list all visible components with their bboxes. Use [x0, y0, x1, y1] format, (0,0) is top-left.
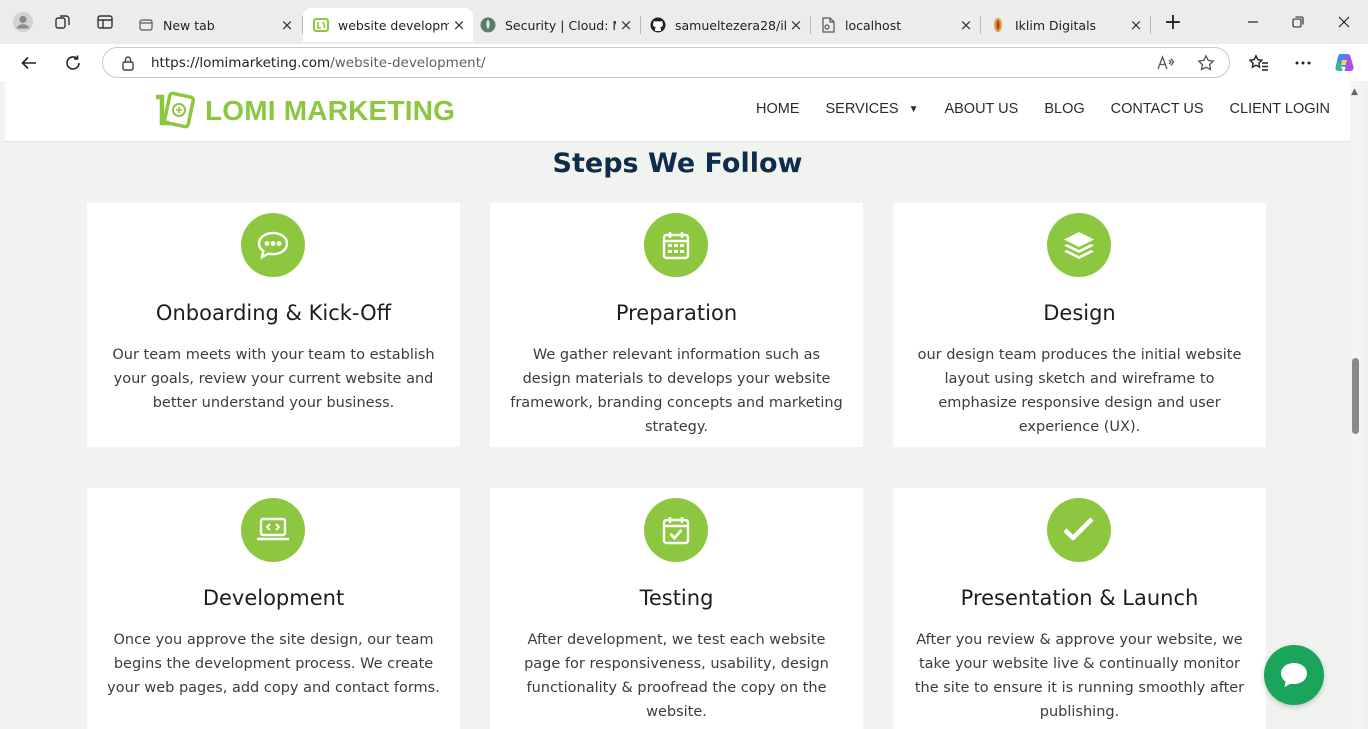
step-description: We gather relevant information such as d… [510, 347, 843, 435]
web-page: LOMI MARKETING HOME SERVICES ▼ ABOUT US B… [5, 81, 1350, 729]
close-tab-icon[interactable]: × [786, 15, 806, 35]
nav-services-label: SERVICES [825, 101, 899, 117]
refresh-button[interactable] [60, 50, 86, 76]
layers-icon [1047, 213, 1111, 277]
address-bar[interactable]: https://lomimarketing.com/website-develo… [102, 47, 1230, 78]
step-description: After you review & approve your website,… [914, 632, 1245, 720]
restore-button[interactable] [1288, 12, 1308, 32]
newtab-icon [138, 17, 154, 33]
nav-home[interactable]: HOME [756, 101, 800, 117]
favorites-icon[interactable] [1246, 50, 1272, 76]
nav-services[interactable]: SERVICES ▼ [825, 101, 918, 117]
tab-title: samueltezera28/iklim [675, 17, 786, 33]
step-title: Design [1043, 301, 1116, 325]
tab-new-tab[interactable]: New tab × [128, 8, 301, 42]
tab-title: website development [338, 17, 449, 33]
scroll-up-arrow-icon[interactable]: ▲ [1351, 87, 1358, 97]
more-options-icon[interactable] [1290, 50, 1316, 76]
site-header: LOMI MARKETING HOME SERVICES ▼ ABOUT US B… [5, 81, 1350, 142]
close-tab-icon[interactable]: × [449, 15, 469, 35]
tab-title: Iklim Digitals [1015, 17, 1097, 33]
step-title: Presentation & Launch [960, 586, 1199, 610]
close-window-button[interactable] [1334, 12, 1354, 32]
close-tab-icon[interactable]: × [616, 15, 636, 35]
main-nav: HOME SERVICES ▼ ABOUT US BLOG CONTACT US … [730, 101, 1330, 117]
step-description: After development, we test each website … [524, 632, 829, 720]
tab-title: New tab [163, 17, 215, 33]
browser-toolbar: https://lomimarketing.com/website-develo… [0, 44, 1368, 81]
github-icon [650, 17, 666, 33]
tab-title: Security | Cloud: MongoDB [505, 17, 616, 33]
workspaces-icon[interactable] [50, 9, 76, 35]
step-card: Development Once you approve the site de… [87, 488, 460, 729]
scrollbar-thumb[interactable] [1352, 358, 1359, 434]
url-text[interactable]: https://lomimarketing.com/website-develo… [151, 55, 486, 71]
chat-widget-button[interactable] [1264, 645, 1324, 705]
step-card: Preparation We gather relevant informati… [490, 203, 863, 447]
step-title: Onboarding & Kick-Off [155, 301, 392, 325]
nav-about-us[interactable]: ABOUT US [944, 101, 1018, 117]
vertical-tabs-icon[interactable] [92, 9, 118, 35]
close-tab-icon[interactable]: × [1126, 15, 1146, 35]
step-card: Onboarding & Kick-Off Our team meets wit… [87, 203, 460, 447]
nav-blog[interactable]: BLOG [1044, 101, 1084, 117]
logo-mark-icon [156, 91, 195, 129]
step-title: Testing [639, 586, 714, 610]
laptop-code-icon [241, 498, 305, 562]
step-card: Presentation & Launch After you review &… [893, 488, 1266, 729]
step-title: Development [202, 586, 345, 610]
site-logo[interactable]: LOMI MARKETING [153, 91, 455, 131]
page-icon [820, 17, 836, 33]
tab-title: localhost [845, 17, 902, 33]
lock-icon[interactable] [121, 55, 135, 75]
nav-client-login[interactable]: CLIENT LOGIN [1230, 101, 1330, 117]
calendar-check-icon [644, 498, 708, 562]
step-title: Preparation [615, 301, 738, 325]
nav-contact-us[interactable]: CONTACT US [1111, 101, 1204, 117]
double-check-icon [1047, 498, 1111, 562]
step-card: Testing After development, we test each … [490, 488, 863, 729]
tab-website-development[interactable]: website development × [303, 8, 473, 42]
tab-iklim-digitals[interactable]: Iklim Digitals × [980, 8, 1150, 42]
tab-github[interactable]: samueltezera28/iklim × [640, 8, 810, 42]
caret-down-icon[interactable]: ▼ [909, 104, 919, 115]
step-description: Our team meets with your team to establi… [112, 347, 435, 411]
chat-bubble-icon [241, 213, 305, 277]
chat-icon [1281, 663, 1307, 687]
favorite-star-icon[interactable] [1195, 53, 1217, 73]
back-button[interactable] [16, 50, 42, 76]
step-description: Once you approve the site design, our te… [107, 632, 440, 696]
calendar-icon [644, 213, 708, 277]
lomi-favicon [313, 17, 329, 33]
iklim-icon [990, 17, 1006, 33]
mongodb-icon [480, 17, 496, 33]
profile-icon[interactable] [10, 9, 36, 35]
new-tab-button[interactable]: + [1163, 10, 1183, 35]
tab-localhost[interactable]: localhost × [810, 8, 980, 42]
url-domain: https://lomimarketing.com [151, 55, 331, 71]
copilot-icon[interactable] [1331, 50, 1357, 76]
url-path: /website-development/ [330, 55, 486, 71]
browser-tab-strip: New tab × website development × Security… [0, 0, 1368, 44]
step-card: Design our design team produces the init… [893, 203, 1266, 447]
section-title: Steps We Follow [552, 148, 803, 179]
close-tab-icon[interactable]: × [277, 15, 297, 35]
tab-mongodb-security[interactable]: Security | Cloud: MongoDB × [470, 8, 640, 42]
brand-name: LOMI MARKETING [205, 95, 456, 126]
read-aloud-icon[interactable] [1155, 53, 1177, 73]
step-description: our design team produces the initial web… [917, 347, 1242, 435]
close-tab-icon[interactable]: × [956, 15, 976, 35]
minimize-button[interactable] [1243, 12, 1263, 32]
